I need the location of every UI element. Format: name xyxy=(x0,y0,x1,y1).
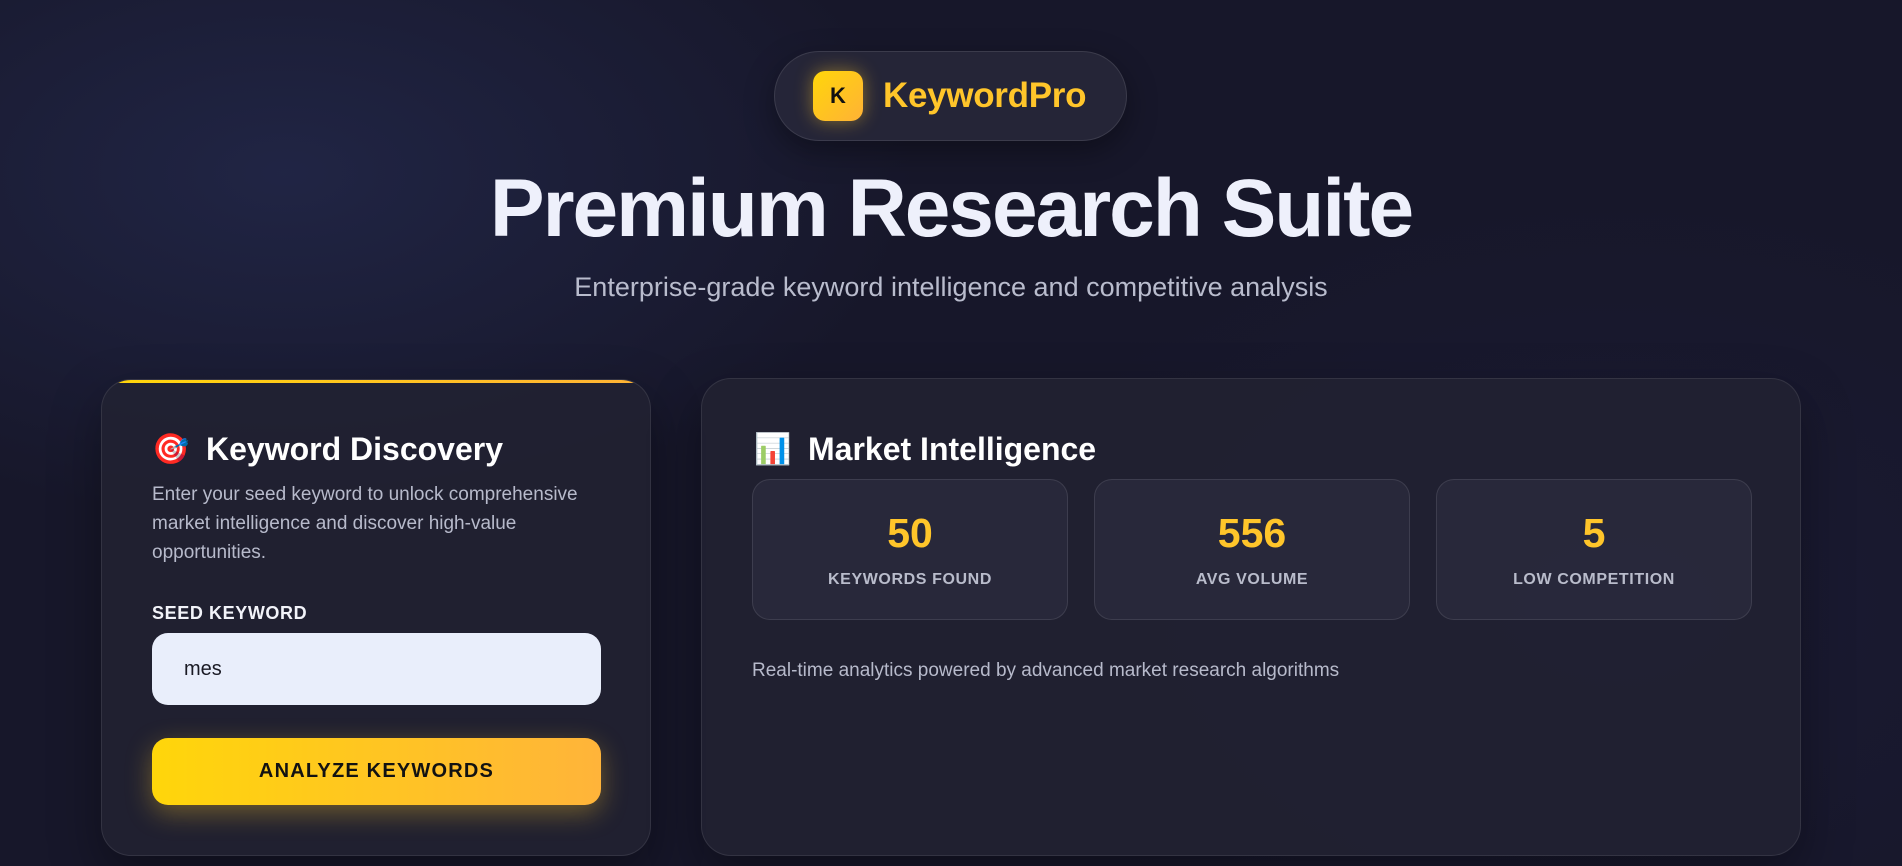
brand-name: KeywordPro xyxy=(883,76,1087,115)
brand-header: K KeywordPro xyxy=(774,51,1127,141)
seed-keyword-label: SEED KEYWORD xyxy=(152,603,308,623)
keyword-discovery-title: Keyword Discovery xyxy=(206,431,504,467)
analytics-footnote: Real-time analytics powered by advanced … xyxy=(752,660,1340,681)
keyword-discovery-card: 🎯 Keyword Discovery Enter your seed keyw… xyxy=(101,379,651,856)
stat-keywords-found: 50 KEYWORDS FOUND xyxy=(752,479,1068,620)
stat-label: KEYWORDS FOUND xyxy=(828,571,992,588)
market-intelligence-header: 📊 Market Intelligence xyxy=(754,431,1096,468)
seed-keyword-input[interactable] xyxy=(152,633,601,705)
stat-avg-volume: 556 AVG VOLUME xyxy=(1094,479,1410,620)
analyze-keywords-button[interactable]: ANALYZE KEYWORDS xyxy=(152,738,601,805)
stat-value: 556 xyxy=(1217,510,1287,556)
page-title: Premium Research Suite xyxy=(489,163,1414,254)
stat-label: LOW COMPETITION xyxy=(1513,571,1675,588)
brand-logo-icon: K xyxy=(813,71,863,121)
market-intelligence-card: 📊 Market Intelligence 50 KEYWORDS FOUND … xyxy=(701,378,1801,856)
page-subtitle: Enterprise-grade keyword intelligence an… xyxy=(574,272,1328,302)
market-intelligence-title: Market Intelligence xyxy=(808,431,1097,467)
stats-row: 50 KEYWORDS FOUND 556 AVG VOLUME 5 LOW C… xyxy=(752,479,1752,620)
bar-chart-icon: 📊 xyxy=(754,433,792,466)
target-icon: 🎯 xyxy=(152,433,190,466)
stat-value: 5 xyxy=(1582,510,1606,556)
keyword-discovery-description: Enter your seed keyword to unlock compre… xyxy=(152,484,578,563)
keyword-discovery-header: 🎯 Keyword Discovery xyxy=(152,431,503,468)
stat-low-competition: 5 LOW COMPETITION xyxy=(1436,479,1752,620)
stat-value: 50 xyxy=(887,510,933,556)
stat-label: AVG VOLUME xyxy=(1195,571,1309,588)
